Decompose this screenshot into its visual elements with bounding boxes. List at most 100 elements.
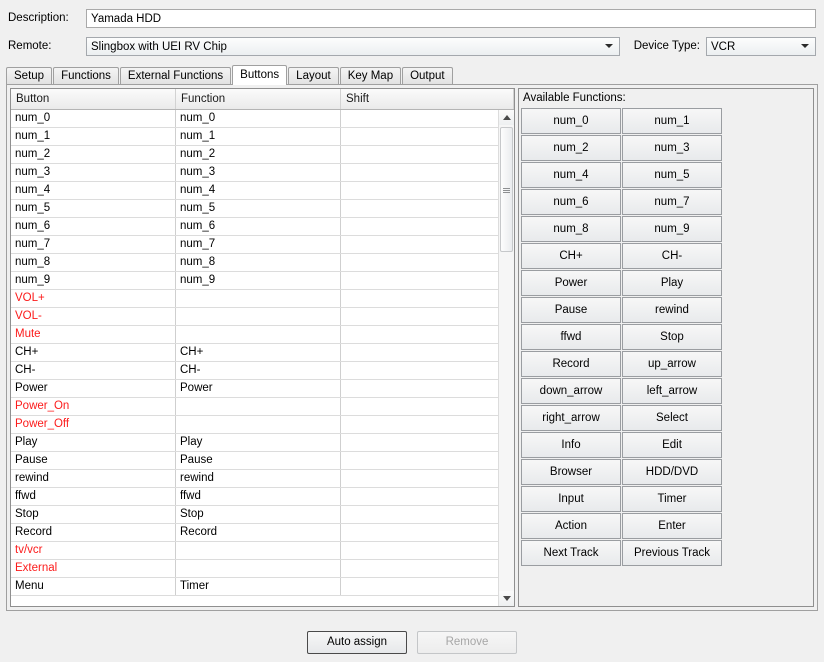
table-row[interactable]: ffwdffwd xyxy=(11,488,498,506)
function-cell[interactable]: Pause xyxy=(176,452,341,469)
button-cell[interactable]: num_1 xyxy=(11,128,176,145)
function-cell[interactable] xyxy=(176,326,341,343)
tab-key-map[interactable]: Key Map xyxy=(340,67,401,84)
button-cell[interactable]: num_2 xyxy=(11,146,176,163)
function-cell[interactable]: num_4 xyxy=(176,182,341,199)
table-row[interactable]: num_6num_6 xyxy=(11,218,498,236)
function-button[interactable]: Power xyxy=(521,270,621,296)
function-cell[interactable] xyxy=(176,398,341,415)
function-button[interactable]: Play xyxy=(622,270,722,296)
function-cell[interactable] xyxy=(176,542,341,559)
table-row[interactable]: CH-CH- xyxy=(11,362,498,380)
function-cell[interactable]: num_1 xyxy=(176,128,341,145)
table-row[interactable]: rewindrewind xyxy=(11,470,498,488)
shift-cell[interactable] xyxy=(341,398,498,415)
button-cell[interactable]: CH- xyxy=(11,362,176,379)
shift-cell[interactable] xyxy=(341,272,498,289)
shift-cell[interactable] xyxy=(341,470,498,487)
function-cell[interactable] xyxy=(176,290,341,307)
function-cell[interactable] xyxy=(176,416,341,433)
shift-cell[interactable] xyxy=(341,434,498,451)
shift-cell[interactable] xyxy=(341,218,498,235)
shift-cell[interactable] xyxy=(341,416,498,433)
table-row[interactable]: External xyxy=(11,560,498,578)
column-header-button[interactable]: Button xyxy=(11,89,176,109)
function-cell[interactable]: Timer xyxy=(176,578,341,595)
table-row[interactable]: num_1num_1 xyxy=(11,128,498,146)
shift-cell[interactable] xyxy=(341,380,498,397)
shift-cell[interactable] xyxy=(341,488,498,505)
shift-cell[interactable] xyxy=(341,182,498,199)
function-cell[interactable]: CH- xyxy=(176,362,341,379)
button-cell[interactable]: Power xyxy=(11,380,176,397)
function-button[interactable]: Enter xyxy=(622,513,722,539)
shift-cell[interactable] xyxy=(341,254,498,271)
shift-cell[interactable] xyxy=(341,524,498,541)
shift-cell[interactable] xyxy=(341,326,498,343)
function-button[interactable]: Record xyxy=(521,351,621,377)
function-button[interactable]: Input xyxy=(521,486,621,512)
button-cell[interactable]: Mute xyxy=(11,326,176,343)
function-cell[interactable]: num_5 xyxy=(176,200,341,217)
shift-cell[interactable] xyxy=(341,128,498,145)
column-header-function[interactable]: Function xyxy=(176,89,341,109)
function-button[interactable]: down_arrow xyxy=(521,378,621,404)
function-cell[interactable]: num_7 xyxy=(176,236,341,253)
function-button[interactable]: Info xyxy=(521,432,621,458)
function-cell[interactable]: ffwd xyxy=(176,488,341,505)
table-row[interactable]: num_3num_3 xyxy=(11,164,498,182)
function-button[interactable]: num_5 xyxy=(622,162,722,188)
button-cell[interactable]: num_7 xyxy=(11,236,176,253)
description-input[interactable]: Yamada HDD xyxy=(86,9,816,28)
table-row[interactable]: num_8num_8 xyxy=(11,254,498,272)
table-row[interactable]: VOL+ xyxy=(11,290,498,308)
function-button[interactable]: Timer xyxy=(622,486,722,512)
function-button[interactable]: num_2 xyxy=(521,135,621,161)
table-row[interactable]: Mute xyxy=(11,326,498,344)
scroll-up-button[interactable] xyxy=(499,110,514,125)
function-button[interactable]: num_3 xyxy=(622,135,722,161)
function-button[interactable]: Previous Track xyxy=(622,540,722,566)
shift-cell[interactable] xyxy=(341,560,498,577)
tab-functions[interactable]: Functions xyxy=(53,67,119,84)
tab-external-functions[interactable]: External Functions xyxy=(120,67,231,84)
function-button[interactable]: up_arrow xyxy=(622,351,722,377)
button-cell[interactable]: ffwd xyxy=(11,488,176,505)
scrollbar-thumb[interactable] xyxy=(500,127,513,252)
remote-select[interactable]: Slingbox with UEI RV Chip xyxy=(86,37,620,56)
button-cell[interactable]: VOL- xyxy=(11,308,176,325)
function-cell[interactable]: Stop xyxy=(176,506,341,523)
shift-cell[interactable] xyxy=(341,362,498,379)
shift-cell[interactable] xyxy=(341,164,498,181)
table-row[interactable]: PausePause xyxy=(11,452,498,470)
button-cell[interactable]: Record xyxy=(11,524,176,541)
tab-buttons[interactable]: Buttons xyxy=(232,65,287,85)
function-button[interactable]: HDD/DVD xyxy=(622,459,722,485)
function-cell[interactable]: Play xyxy=(176,434,341,451)
shift-cell[interactable] xyxy=(341,542,498,559)
shift-cell[interactable] xyxy=(341,506,498,523)
function-button[interactable]: Action xyxy=(521,513,621,539)
function-button[interactable]: Browser xyxy=(521,459,621,485)
table-row[interactable]: PlayPlay xyxy=(11,434,498,452)
shift-cell[interactable] xyxy=(341,200,498,217)
function-cell[interactable]: Power xyxy=(176,380,341,397)
scroll-down-button[interactable] xyxy=(499,591,514,606)
button-cell[interactable]: External xyxy=(11,560,176,577)
table-row[interactable]: num_9num_9 xyxy=(11,272,498,290)
tab-layout[interactable]: Layout xyxy=(288,67,339,84)
table-row[interactable]: Power_Off xyxy=(11,416,498,434)
grid-vertical-scrollbar[interactable] xyxy=(498,110,514,606)
function-button[interactable]: num_9 xyxy=(622,216,722,242)
button-cell[interactable]: rewind xyxy=(11,470,176,487)
tab-output[interactable]: Output xyxy=(402,67,453,84)
table-row[interactable]: StopStop xyxy=(11,506,498,524)
function-button[interactable]: num_6 xyxy=(521,189,621,215)
table-row[interactable]: num_2num_2 xyxy=(11,146,498,164)
function-button[interactable]: rewind xyxy=(622,297,722,323)
button-cell[interactable]: num_6 xyxy=(11,218,176,235)
function-button[interactable]: Pause xyxy=(521,297,621,323)
table-row[interactable]: num_4num_4 xyxy=(11,182,498,200)
button-cell[interactable]: num_8 xyxy=(11,254,176,271)
function-button[interactable]: num_7 xyxy=(622,189,722,215)
